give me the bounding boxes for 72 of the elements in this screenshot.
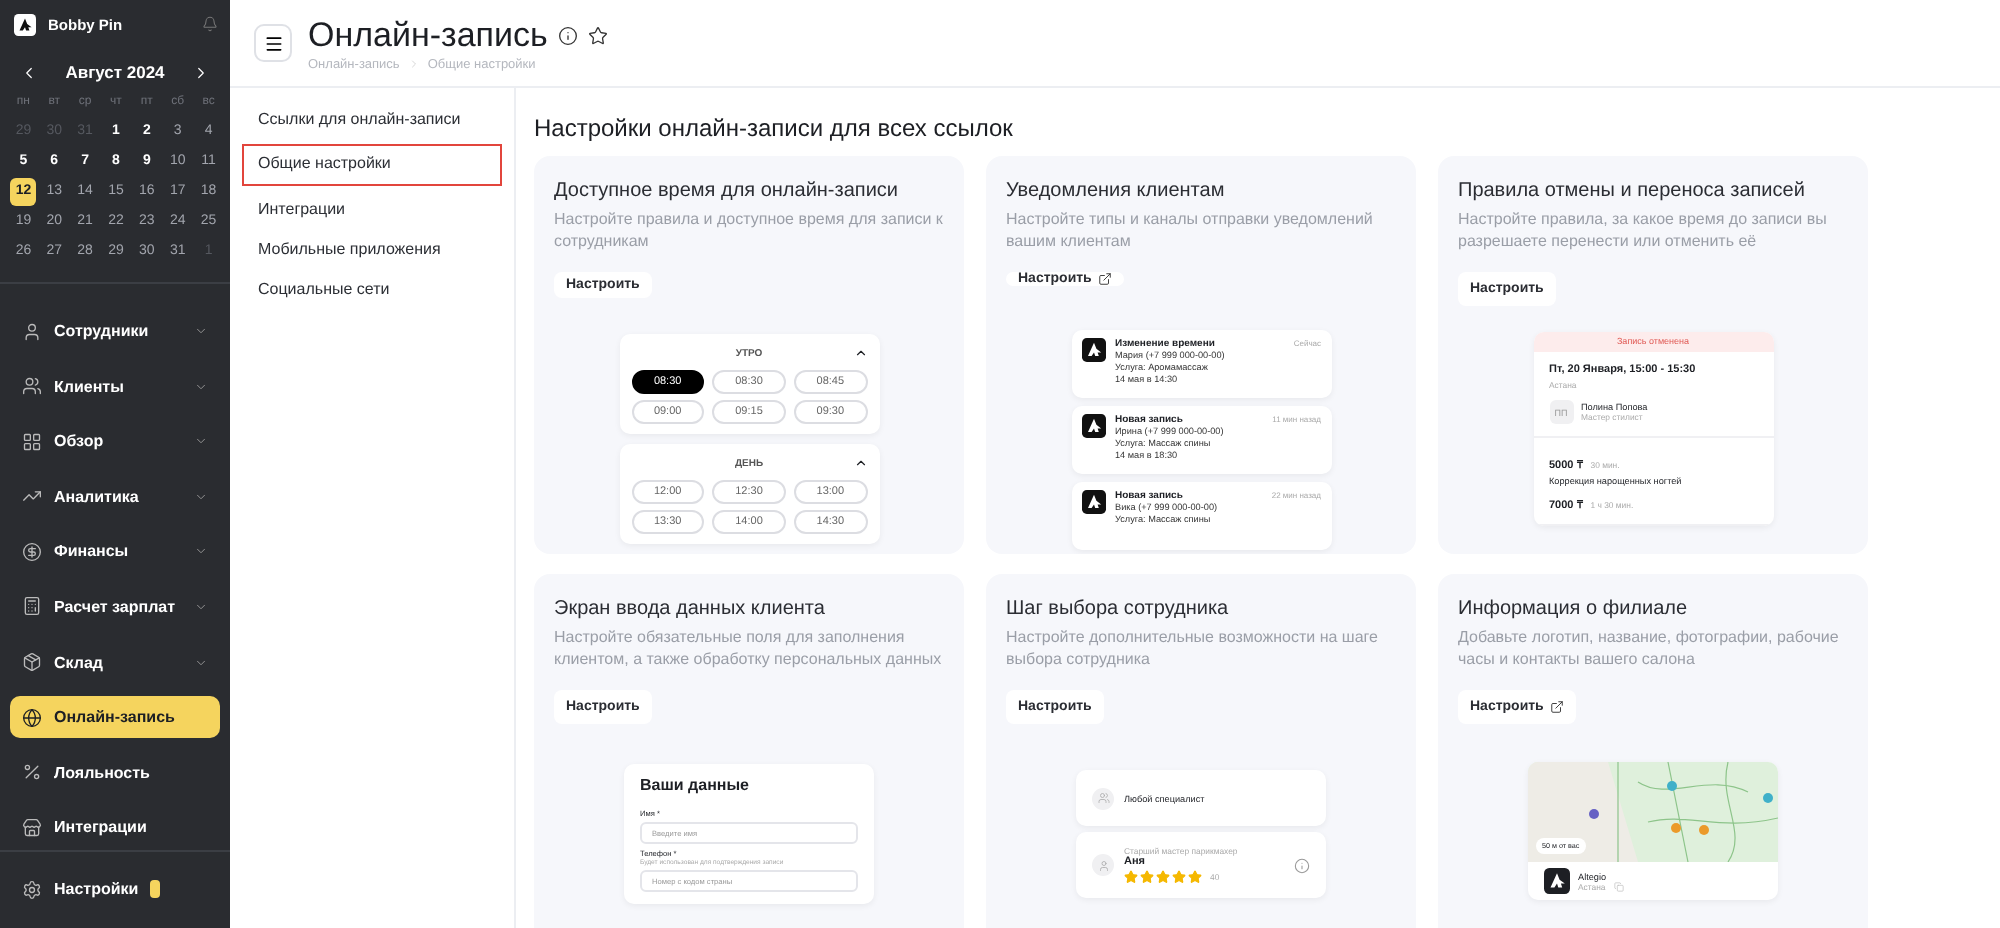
store-icon bbox=[22, 817, 42, 838]
logo-icon bbox=[1081, 414, 1105, 438]
grid-icon bbox=[22, 431, 42, 452]
info-icon bbox=[557, 25, 578, 45]
submenu-item[interactable]: Мобильные приложения bbox=[242, 234, 502, 266]
chevron-down-icon bbox=[194, 324, 208, 338]
settings-icon bbox=[22, 879, 42, 899]
user-icon bbox=[22, 321, 42, 341]
submenu-item[interactable]: Интеграции bbox=[242, 194, 502, 226]
nav-item[interactable]: Онлайн-запись bbox=[10, 696, 220, 739]
nav-item[interactable]: Интеграции bbox=[10, 806, 220, 849]
card-description: Настройте правила и доступное время для записи к сотрудникам bbox=[554, 208, 944, 252]
chevron-right-icon bbox=[407, 58, 420, 70]
box-icon bbox=[22, 652, 42, 673]
star-icon bbox=[587, 25, 608, 45]
nav-item[interactable]: Склад bbox=[10, 641, 220, 684]
card-title: Доступное время для онлайн-записи bbox=[554, 180, 900, 202]
card-title: Уведомления клиентам bbox=[1006, 180, 1227, 202]
nav-item[interactable]: Финансы bbox=[10, 530, 220, 573]
chart-icon bbox=[22, 486, 42, 507]
chevron-down-icon bbox=[194, 379, 208, 394]
nav-item[interactable]: Расчет зарплат bbox=[10, 585, 220, 628]
users-icon bbox=[22, 376, 42, 397]
percent-icon bbox=[22, 762, 42, 783]
user-icon bbox=[1097, 859, 1109, 871]
logo-icon bbox=[1081, 338, 1105, 362]
copy-icon bbox=[1613, 881, 1624, 891]
menu-icon bbox=[263, 33, 283, 53]
external-link-icon bbox=[1097, 272, 1112, 286]
chevron-down-icon bbox=[194, 544, 208, 559]
users-icon bbox=[1097, 792, 1109, 804]
submenu-item[interactable]: Общие настройки bbox=[242, 144, 502, 186]
calculator-icon bbox=[22, 596, 42, 617]
chevron-left-icon bbox=[20, 63, 38, 81]
chevron-down-icon bbox=[194, 434, 208, 449]
badge-icon bbox=[150, 880, 161, 898]
chevron-right-icon bbox=[192, 63, 210, 81]
nav-item[interactable]: Сотрудники bbox=[10, 310, 220, 352]
card-description: Настройте дополнительные возможности на шаге выбора сотрудника bbox=[1006, 626, 1380, 670]
chevron-down-icon bbox=[194, 489, 208, 504]
page-title: Онлайн-запись bbox=[308, 15, 548, 55]
bell-icon bbox=[202, 16, 218, 32]
card-description: Настройте типы и каналы отправки уведомлений вашим клиентам bbox=[1006, 208, 1375, 252]
chevron-down-icon bbox=[194, 655, 208, 670]
card-title: Информация о филиале bbox=[1458, 598, 1690, 620]
chevron-up-icon bbox=[853, 456, 867, 470]
nav-item[interactable]: Лояльность bbox=[10, 751, 220, 794]
logo-icon bbox=[1081, 490, 1105, 514]
chevron-down-icon bbox=[194, 599, 208, 614]
card-description: Настройте правила, за какое время до записи вы разрешаете перенести или отменить её bbox=[1458, 208, 1829, 252]
nav-item[interactable]: Клиенты bbox=[10, 365, 220, 408]
settings-item[interactable]: Настройки bbox=[0, 872, 230, 928]
external-link-icon bbox=[1549, 700, 1564, 714]
nav-item[interactable]: Обзор bbox=[10, 420, 220, 463]
card-title: Экран ввода данных клиента bbox=[554, 598, 827, 620]
card-title: Правила отмены и переноса записей bbox=[1458, 180, 1807, 202]
globe-icon bbox=[22, 707, 42, 728]
menu-button[interactable] bbox=[254, 24, 292, 62]
nav-item[interactable]: Аналитика bbox=[10, 475, 220, 518]
submenu-item[interactable]: Ссылки для онлайн-записи bbox=[242, 104, 502, 136]
chevron-up-icon bbox=[853, 346, 867, 360]
card-title: Шаг выбора сотрудника bbox=[1006, 598, 1231, 620]
section-heading: Настройки онлайн-записи для всех ссылок bbox=[534, 114, 1015, 142]
form-title: Ваши данные bbox=[640, 776, 752, 794]
card-description: Настройте обязательные поля для заполнения клиентом, а также обработку персональных данных bbox=[554, 626, 944, 670]
logo-icon bbox=[14, 13, 36, 35]
month-title: Август 2024 bbox=[65, 62, 165, 82]
logo-icon bbox=[1544, 868, 1570, 894]
info-icon bbox=[1294, 857, 1310, 873]
dollar-icon bbox=[22, 541, 42, 562]
submenu-item[interactable]: Социальные сети bbox=[242, 274, 502, 306]
card-description: Добавьте логотип, название, фотографии, рабочие часы и контакты вашего салона bbox=[1458, 626, 1841, 670]
